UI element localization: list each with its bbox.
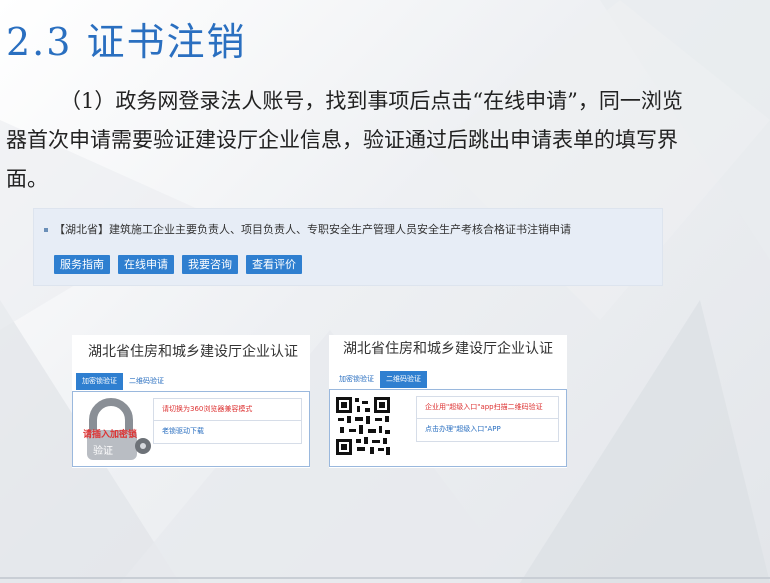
driver-download-link[interactable]: 老锁驱动下载 [154,421,301,442]
instruction-line-1: （1）政务网登录法人账号，找到事项后点击“在线申请 [60,89,568,113]
tab-lock-verify[interactable]: 加密锁验证 [76,373,123,390]
lock-verify-box: 请插入加密锁 验证 请切换为360浏览器兼容模式 老锁驱动下载 [72,391,310,467]
service-item-title[interactable]: 【湖北省】建筑施工企业主要负责人、项目负责人、专职安全生产管理人员安全生产考核合… [54,223,571,236]
service-item-row: 【湖北省】建筑施工企业主要负责人、项目负责人、专职安全生产管理人员安全生产考核合… [44,221,571,237]
qr-options: 企业用"超级入口"app扫描二维码验证 点击办理"超级入口"APP [416,396,559,442]
qr-card-tabs: 加密锁验证 二维码验证 [333,371,427,388]
verify-label: 验证 [93,446,113,457]
insert-lock-label: 请插入加密锁 [83,430,138,440]
qr-verify-box: 企业用"超级入口"app扫描二维码验证 点击办理"超级入口"APP [329,389,567,467]
online-apply-button[interactable]: 在线申请 [118,255,174,274]
tab-lock-verify[interactable]: 加密锁验证 [333,371,380,388]
consult-button[interactable]: 我要咨询 [182,255,238,274]
slide: 2.3 证书注销 （1）政务网登录法人账号，找到事项后点击“在线申请”，同一浏览… [0,0,770,583]
get-app-link[interactable]: 点击办理"超级入口"APP [417,419,558,440]
bullet-icon [44,228,48,232]
lock-options: 请切换为360浏览器兼容模式 老锁驱动下载 [153,398,302,444]
instruction-paragraph: （1）政务网登录法人账号，找到事项后点击“在线申请”，同一浏览器首次申请需要验证… [6,82,696,199]
qr-code-icon [335,396,391,456]
view-review-button[interactable]: 查看评价 [246,255,302,274]
tab-qr-verify[interactable]: 二维码验证 [380,371,427,388]
lock-auth-card: 湖北省住房和城乡建设厅企业认证 加密锁验证 二维码验证 请插入加密锁 验证 请切… [72,335,310,468]
tab-qr-verify[interactable]: 二维码验证 [123,373,170,390]
qr-auth-card: 湖北省住房和城乡建设厅企业认证 加密锁验证 二维码验证 企业用"超级入口"app… [329,335,567,468]
scan-qr-link[interactable]: 企业用"超级入口"app扫描二维码验证 [417,397,558,419]
slide-title: 2.3 证书注销 [6,20,247,64]
service-guide-button[interactable]: 服务指南 [54,255,110,274]
service-buttons: 服务指南 在线申请 我要咨询 查看评价 [54,255,302,274]
lock-card-title: 湖北省住房和城乡建设厅企业认证 [88,344,298,360]
lock-card-tabs: 加密锁验证 二维码验证 [76,373,170,390]
switch-browser-link[interactable]: 请切换为360浏览器兼容模式 [154,399,301,421]
service-item-panel: 【湖北省】建筑施工企业主要负责人、项目负责人、专职安全生产管理人员安全生产考核合… [33,208,663,286]
qr-card-title: 湖北省住房和城乡建设厅企业认证 [343,341,553,357]
